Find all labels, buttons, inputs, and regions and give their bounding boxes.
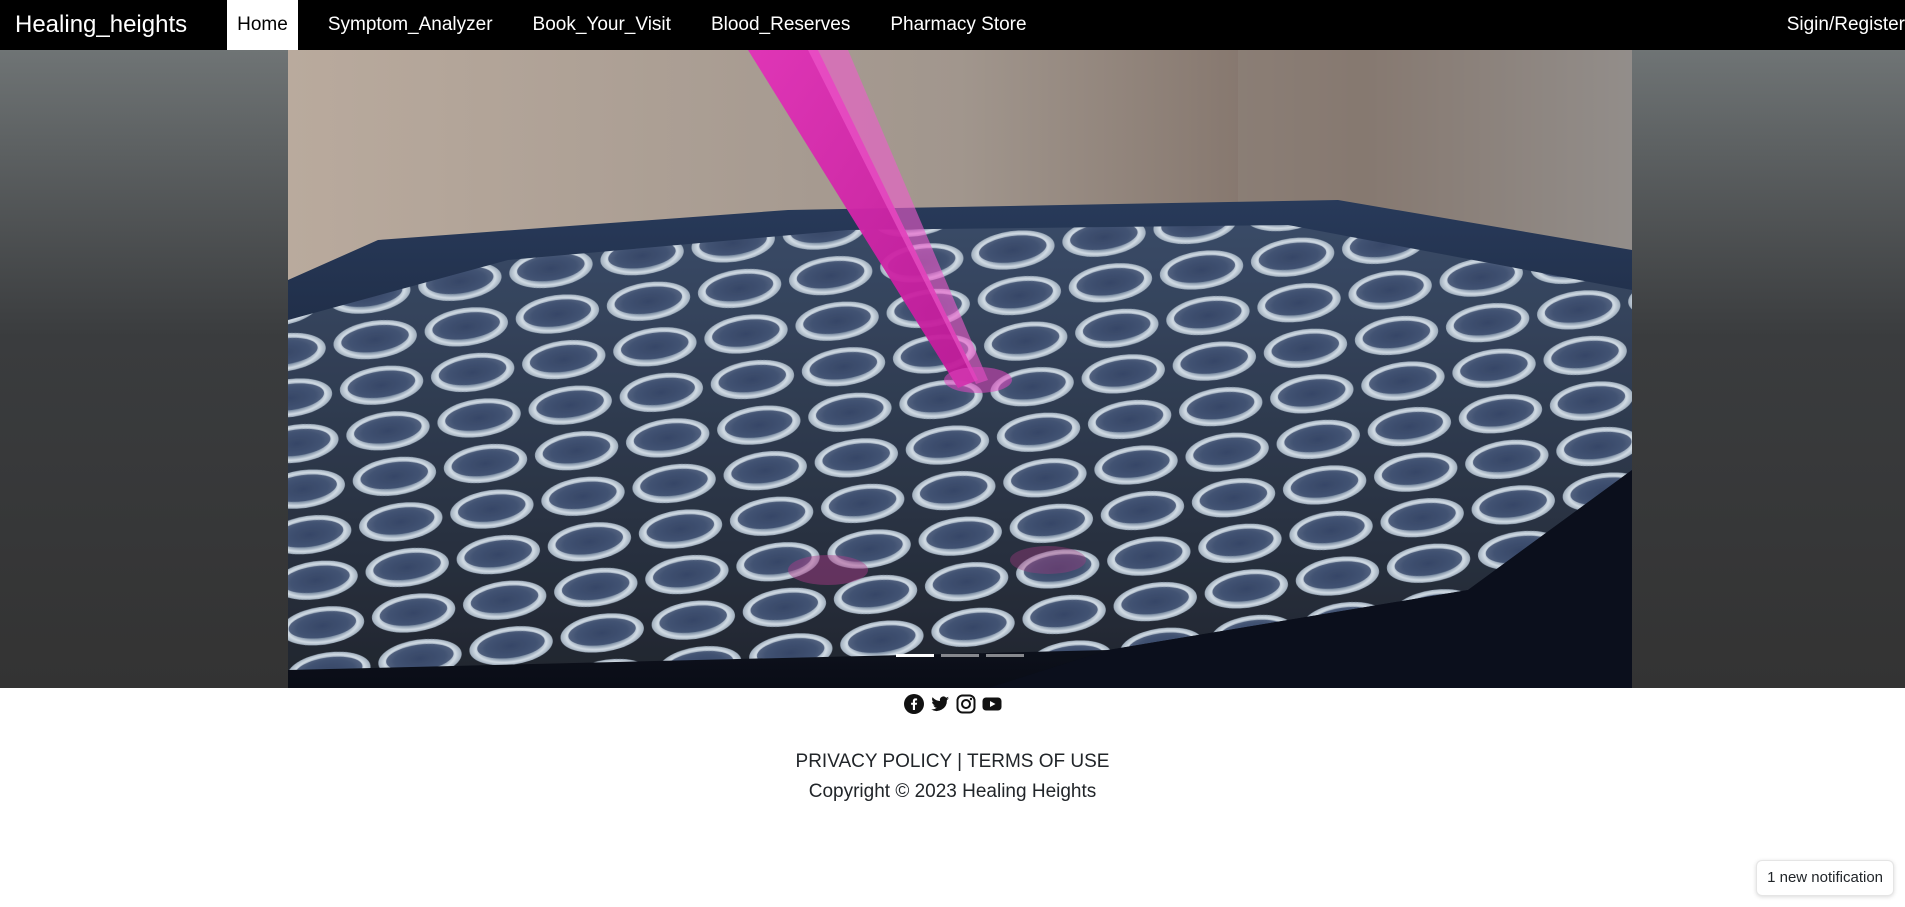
instagram-icon[interactable] — [956, 694, 976, 714]
carousel-image — [288, 50, 1632, 688]
copyright-text: Copyright © 2023 Healing Heights — [808, 781, 1097, 802]
carousel-indicator-2[interactable] — [941, 654, 979, 657]
nav-item-pharmacy-store[interactable]: Pharmacy Store — [880, 0, 1036, 50]
nav-item-home[interactable]: Home — [227, 0, 298, 50]
brand-name[interactable]: Healing_heights — [15, 11, 187, 39]
carousel-indicators — [288, 654, 1632, 657]
nav-item-blood-reserves[interactable]: Blood_Reserves — [701, 0, 860, 50]
carousel-indicator-3[interactable] — [986, 654, 1024, 657]
privacy-policy-link[interactable]: PRIVACY POLICY — [796, 751, 952, 772]
carousel-indicator-1[interactable] — [896, 654, 934, 657]
nav-item-symptom-analyzer[interactable]: Symptom_Analyzer — [318, 0, 503, 50]
footer-links: PRIVACY POLICY | TERMS OF USE — [0, 751, 1905, 773]
navbar: Healing_heights Home Symptom_Analyzer Bo… — [0, 0, 1905, 50]
notification-toast[interactable]: 1 new notification — [1756, 860, 1894, 896]
hero-carousel[interactable] — [288, 50, 1632, 688]
twitter-icon[interactable] — [930, 694, 950, 714]
footer-separator: | — [957, 751, 963, 772]
signin-register-link[interactable]: Sigin/Register — [1787, 0, 1905, 50]
facebook-icon[interactable] — [903, 694, 924, 714]
youtube-icon[interactable] — [982, 694, 1002, 714]
nav-item-book-your-visit[interactable]: Book_Your_Visit — [523, 0, 681, 50]
terms-of-use-link[interactable]: TERMS OF USE — [967, 751, 1110, 772]
social-icons — [0, 694, 1905, 714]
